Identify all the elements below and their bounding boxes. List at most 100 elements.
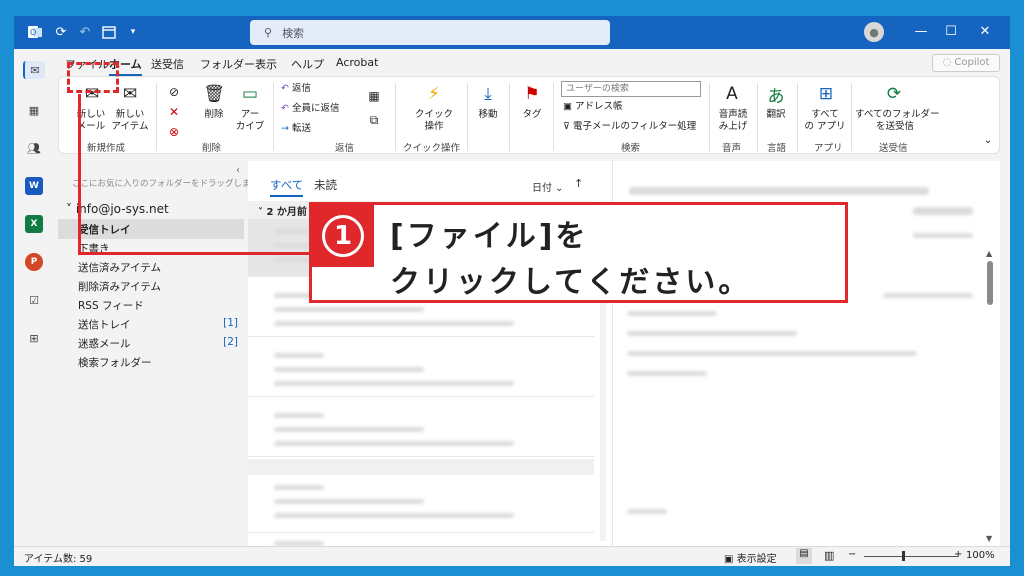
minimize-icon[interactable]: —	[910, 22, 932, 42]
display-settings-label: 表示設定	[736, 554, 777, 565]
search-box[interactable]: ⚲ 検索	[250, 20, 610, 45]
folder-search[interactable]: 検索フォルダー	[78, 355, 152, 370]
group-header-label[interactable]: ˅ 2 か月前	[258, 203, 307, 218]
calendar-quick-icon[interactable]	[100, 23, 118, 41]
tab-unread[interactable]: 未読	[314, 177, 337, 193]
tab-send-receive[interactable]: 送受信	[151, 56, 184, 72]
group-delete-label: 削除	[202, 143, 222, 154]
new-mail-button[interactable]: 新しい メール	[71, 109, 111, 133]
zoom-slider[interactable]	[864, 556, 958, 557]
search-placeholder: 検索	[282, 26, 305, 40]
forward-button[interactable]: → 転送	[281, 123, 311, 135]
address-book-button[interactable]: ▣ アドレス帳	[563, 101, 623, 113]
collapse-pane-icon[interactable]: ‹	[236, 165, 240, 176]
quick-steps-button[interactable]: クイック 操作	[411, 109, 457, 133]
chevron-down-icon: ˅	[66, 202, 76, 216]
new-item-icon: ✉	[122, 84, 138, 104]
sort-by-date[interactable]: 日付 ⌄	[532, 179, 564, 194]
customize-toolbar-icon[interactable]: ▾	[124, 23, 142, 41]
svg-text:O: O	[30, 28, 36, 37]
zoom-slider-thumb[interactable]	[902, 551, 905, 561]
copilot-icon: ◌	[942, 57, 955, 68]
list-item[interactable]	[248, 399, 594, 457]
calendar-icon[interactable]: ▦	[25, 101, 43, 119]
undo-icon[interactable]: ↶	[76, 23, 94, 41]
reading-scrollbar-thumb[interactable]	[987, 261, 993, 305]
todo-icon[interactable]: ☑	[25, 291, 43, 309]
separator	[273, 83, 274, 151]
translate-button[interactable]: 翻訳	[759, 109, 793, 121]
new-item-button[interactable]: 新しい アイテム	[107, 109, 153, 133]
folder-junk-label: 迷惑メール	[78, 338, 131, 350]
normal-view-icon[interactable]: ▤	[796, 548, 812, 564]
avatar[interactable]: ●	[864, 22, 884, 42]
ribbon-collapse-icon[interactable]: ⌄	[977, 129, 999, 151]
junk-icon[interactable]: ⊗	[163, 121, 185, 143]
apps-icon[interactable]: ⊞	[25, 329, 43, 347]
maximize-icon[interactable]: ☐	[940, 22, 962, 42]
forward-label: 転送	[291, 123, 311, 134]
scroll-up-icon[interactable]: ▲	[986, 249, 992, 258]
read-aloud-button[interactable]: 音声読 み上げ	[713, 109, 753, 133]
sync-icon[interactable]: ⟳	[52, 23, 70, 41]
tab-help[interactable]: ヘルプ	[291, 56, 324, 72]
separator	[757, 83, 758, 151]
step-number-badge: 1	[312, 205, 374, 267]
send-receive-all-button[interactable]: すべてのフォルダー を送受信	[855, 109, 939, 133]
display-settings[interactable]: ▣ 表示設定	[724, 550, 777, 565]
folder-inbox[interactable]: 受信トレイ	[78, 222, 131, 237]
folder-sent[interactable]: 送信済みアイテム	[78, 260, 161, 275]
separator	[851, 83, 852, 151]
people-icon[interactable]: 👥︎	[25, 139, 43, 157]
close-icon[interactable]: ✕	[974, 22, 996, 42]
favorites-drag-hint: ここにお気に入りのフォルダーをドラッグします	[72, 179, 260, 189]
tab-view[interactable]: 表示	[255, 56, 277, 72]
reply-all-button[interactable]: ↶ 全員に返信	[281, 103, 340, 115]
group-quick-label: クイック操作	[403, 143, 461, 154]
tab-acrobat[interactable]: Acrobat	[336, 56, 378, 69]
send-receive-icon: ⟳	[886, 84, 902, 104]
list-item[interactable]	[248, 475, 594, 533]
ignore-icon[interactable]: ⊘	[163, 81, 185, 103]
delete-button[interactable]: 削除	[195, 109, 233, 121]
reading-view-icon[interactable]: ▥	[824, 549, 834, 562]
zoom-in-icon[interactable]: +	[954, 549, 962, 560]
separator	[395, 83, 396, 151]
cleanup-icon[interactable]: ✕	[163, 101, 185, 123]
group-header-text: 2 か月前	[266, 207, 307, 218]
folder-junk[interactable]: 迷惑メール [2]	[78, 336, 242, 351]
folder-rss[interactable]: RSS フィード	[78, 298, 144, 313]
copilot-button[interactable]: ◌ Copilot	[932, 54, 1000, 72]
tag-button[interactable]: タグ	[515, 109, 549, 121]
move-button[interactable]: 移動	[471, 109, 505, 121]
folder-outbox[interactable]: 送信トレイ [1]	[78, 317, 242, 332]
list-item[interactable]	[248, 339, 594, 397]
copilot-label: Copilot	[954, 57, 990, 68]
meeting-reply-icon[interactable]: ▦	[363, 85, 385, 107]
folder-deleted[interactable]: 削除済みアイテム	[78, 279, 161, 294]
filter-email-label: 電子メールのフィルター処理	[572, 121, 697, 132]
excel-icon[interactable]: X	[25, 215, 43, 233]
folder-outbox-label: 送信トレイ	[78, 319, 131, 331]
mail-icon[interactable]: ✉	[23, 61, 45, 79]
archive-icon: ▭	[241, 84, 259, 104]
scroll-down-icon[interactable]: ▼	[986, 534, 992, 543]
word-icon[interactable]: W	[25, 177, 43, 195]
reply-all-label: 全員に返信	[291, 103, 340, 114]
folder-outbox-count: [1]	[223, 317, 238, 329]
filter-email-button[interactable]: ⊽ 電子メールのフィルター処理	[563, 121, 696, 133]
address-book-icon: ▣	[563, 101, 575, 112]
more-respond-icon[interactable]: ⧉	[363, 109, 385, 131]
account-header[interactable]: ˅ info@jo-sys.net	[66, 202, 169, 216]
archive-button[interactable]: アー カイブ	[231, 109, 269, 133]
all-apps-button[interactable]: すべて の アプリ	[803, 109, 847, 133]
user-search-input[interactable]: ユーザーの検索	[561, 81, 701, 97]
read-aloud-icon: A	[726, 84, 738, 104]
group-sendrecv-label: 送受信	[879, 143, 908, 154]
sort-direction-icon[interactable]: ↑	[574, 177, 583, 190]
tab-all[interactable]: すべて	[270, 177, 304, 197]
zoom-out-icon[interactable]: −	[848, 549, 856, 560]
tab-folder[interactable]: フォルダー	[200, 56, 255, 72]
powerpoint-icon[interactable]: P	[25, 253, 43, 271]
reply-button[interactable]: ↶ 返信	[281, 83, 311, 95]
